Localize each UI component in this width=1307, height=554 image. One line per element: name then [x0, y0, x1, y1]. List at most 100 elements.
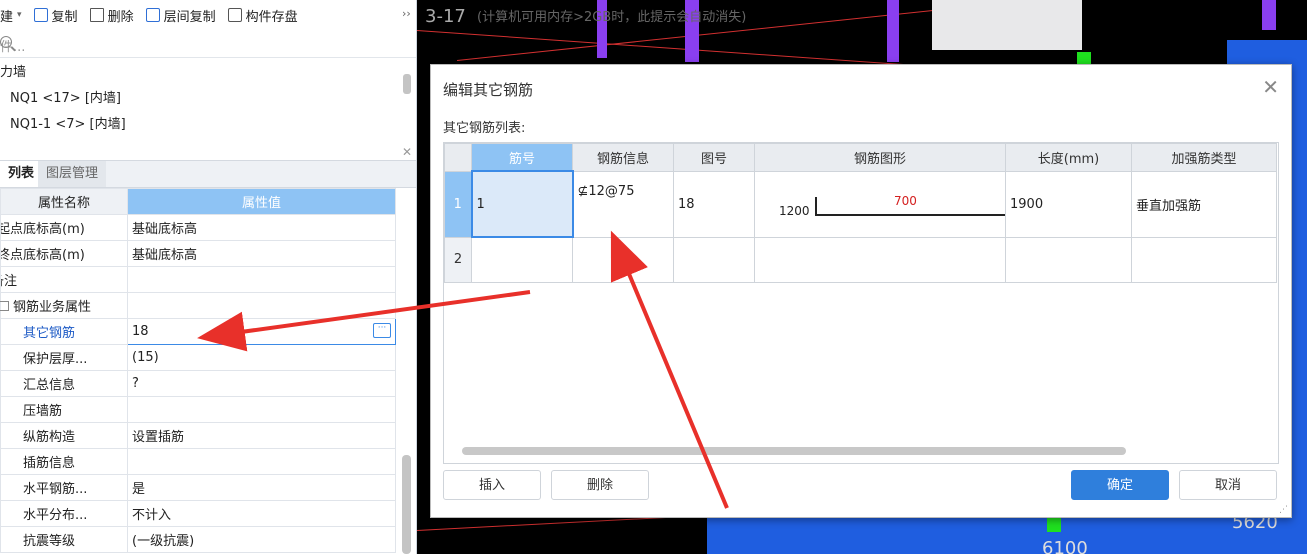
close-icon[interactable]: ✕	[402, 145, 412, 159]
component-search[interactable]: 件...	[0, 31, 416, 58]
prop-name: 抗震等级	[0, 526, 128, 553]
cell-figure-no[interactable]: 18	[673, 170, 755, 238]
table-row[interactable]: 水平分布... 不计入	[0, 500, 396, 527]
prop-name: 插筋信息	[0, 448, 128, 475]
toolbar-copy-label: 复制	[51, 9, 78, 25]
table-row[interactable]: 1 1 ⊈12@75 18 1200 700 1900 垂直加强筋	[444, 170, 1277, 238]
cell-reinforce-type[interactable]	[1131, 236, 1277, 283]
property-table: 属性名称 属性值 起点底标高(m)基础底标高 终点底标高(m)基础底标高 备注 …	[0, 188, 396, 553]
prop-name: 水平分布...	[0, 500, 128, 527]
cell-bar-id[interactable]: 1	[470, 170, 574, 238]
search-icon[interactable]	[0, 36, 12, 48]
tab-layer-manager[interactable]: 图层管理	[38, 161, 107, 187]
table-row[interactable]: 压墙筋	[0, 396, 396, 423]
wall-element	[932, 0, 1082, 50]
prop-value[interactable]: 基础底标高	[127, 240, 396, 267]
property-scrollbar[interactable]	[402, 455, 411, 554]
table-row[interactable]: 备注	[0, 266, 396, 293]
table-row[interactable]: 水平钢筋... 是	[0, 474, 396, 501]
prop-name: 汇总信息	[0, 370, 128, 397]
prop-group-row[interactable]: 钢筋业务属性	[0, 292, 128, 319]
insert-button[interactable]: 插入	[443, 470, 541, 500]
copy-icon	[33, 8, 48, 22]
table-row[interactable]: 保护层厚... (15)	[0, 344, 396, 371]
tab-list[interactable]: 列表	[0, 161, 43, 187]
cell-length[interactable]	[1005, 236, 1132, 283]
cell-length[interactable]: 1900	[1005, 170, 1132, 238]
cell-bar-id[interactable]	[471, 236, 573, 283]
cell-reinforce-type[interactable]: 垂直加强筋	[1131, 170, 1277, 238]
shape-vertical-leg	[815, 197, 817, 215]
tree-scrollbar[interactable]	[403, 74, 411, 94]
left-panel: 建 ▾ 复制 删除 层间复制 构件存盘 ›› 件... 力墙 NQ1 <17> …	[0, 0, 417, 554]
rebar-table: 筋号 钢筋信息 图号 钢筋图形 长度(mm) 加强筋类型 1 1 ⊈12@75 …	[444, 143, 1277, 283]
delete-button[interactable]: 删除	[551, 470, 649, 500]
row-number[interactable]: 2	[444, 236, 472, 283]
toolbar-layer-copy-button[interactable]: 层间复制	[145, 6, 216, 25]
tree-item[interactable]: NQ1 <17> [内墙]	[0, 86, 400, 112]
chevron-down-icon: ▾	[17, 10, 22, 20]
row-number[interactable]: 1	[444, 170, 472, 238]
prop-value[interactable]: 设置插筋	[127, 422, 396, 449]
table-row[interactable]: 2	[444, 236, 1277, 283]
table-row-other-rebar[interactable]: 其它钢筋 18 ···	[0, 318, 396, 345]
prop-value[interactable]: ?	[127, 370, 396, 397]
prop-group-label: 钢筋业务属性	[13, 300, 92, 315]
cell-bar-shape[interactable]	[754, 236, 1006, 283]
dimension-label: 6100	[1042, 538, 1088, 554]
col-bar-info[interactable]: 钢筋信息	[572, 143, 674, 172]
prop-value-other-rebar[interactable]: 18 ···	[127, 318, 396, 345]
edit-other-rebar-dialog: 编辑其它钢筋 ✕ 其它钢筋列表: 筋号 钢筋信息 图号 钢筋图形 长度(mm) …	[430, 64, 1292, 518]
table-row[interactable]: 插筋信息	[0, 448, 396, 475]
ok-button[interactable]: 确定	[1071, 470, 1169, 500]
more-options-icon[interactable]: ···	[373, 323, 391, 338]
prop-name: 终点底标高(m)	[0, 240, 128, 267]
rebar-list-label: 其它钢筋列表:	[443, 121, 526, 136]
prop-value[interactable]	[127, 396, 396, 423]
collapse-icon[interactable]	[0, 301, 9, 311]
table-row[interactable]: 纵筋构造 设置插筋	[0, 422, 396, 449]
col-figure-no[interactable]: 图号	[673, 143, 755, 172]
cell-bar-shape[interactable]: 1200 700	[754, 170, 1006, 238]
prop-value[interactable]	[127, 448, 396, 475]
grid-point-marker	[1047, 518, 1061, 532]
col-reinforce-type[interactable]: 加强筋类型	[1131, 143, 1277, 172]
tree-group-label[interactable]: 力墙	[0, 60, 400, 86]
tree-item[interactable]: NQ1-1 <7> [内墙]	[0, 112, 400, 138]
floor-label: 3-17	[425, 6, 466, 27]
cancel-button[interactable]: 取消	[1179, 470, 1277, 500]
col-bar-shape[interactable]: 钢筋图形	[754, 143, 1006, 172]
shape-horizontal-leg	[815, 214, 1005, 216]
prop-value[interactable]: (15)	[127, 344, 396, 371]
col-bar-id[interactable]: 筋号	[471, 143, 573, 172]
cell-bar-info[interactable]: ⊈12@75	[572, 170, 674, 238]
cell-figure-no[interactable]	[673, 236, 755, 283]
prop-value[interactable]: 基础底标高	[127, 214, 396, 241]
shape-dim-top: 700	[894, 194, 917, 208]
prop-value[interactable]: 不计入	[127, 500, 396, 527]
table-row[interactable]: 抗震等级 (一级抗震)	[0, 526, 396, 553]
col-length[interactable]: 长度(mm)	[1005, 143, 1132, 172]
toolbar-save-component-button[interactable]: 构件存盘	[227, 6, 298, 25]
component-tree: 力墙 NQ1 <17> [内墙] NQ1-1 <7> [内墙]	[0, 60, 400, 138]
table-row[interactable]: 终点底标高(m) 基础底标高	[0, 240, 396, 267]
close-icon[interactable]: ✕	[1262, 75, 1279, 99]
prop-value[interactable]	[127, 266, 396, 293]
prop-name: 其它钢筋	[0, 318, 128, 345]
prop-value[interactable]: 是	[127, 474, 396, 501]
cell-bar-info[interactable]	[572, 236, 674, 283]
grid-horizontal-scrollbar[interactable]	[462, 447, 1126, 455]
panel-tabs: 列表 图层管理	[0, 160, 416, 188]
prop-value-text: 18	[132, 324, 149, 339]
table-row[interactable]: 钢筋业务属性	[0, 292, 396, 319]
toolbar-new[interactable]: 建 ▾	[0, 6, 22, 25]
toolbar-delete-button[interactable]: 删除	[89, 6, 134, 25]
toolbar-copy-button[interactable]: 复制	[33, 6, 78, 25]
prop-value[interactable]: (一级抗震)	[127, 526, 396, 553]
resize-grip-icon[interactable]: ⋰	[1279, 505, 1288, 515]
prop-name: 保护层厚...	[0, 344, 128, 371]
prop-name: 纵筋构造	[0, 422, 128, 449]
toolbar-more-icon[interactable]: ››	[402, 7, 411, 20]
table-row[interactable]: 起点底标高(m) 基础底标高	[0, 214, 396, 241]
table-row[interactable]: 汇总信息?	[0, 370, 396, 397]
